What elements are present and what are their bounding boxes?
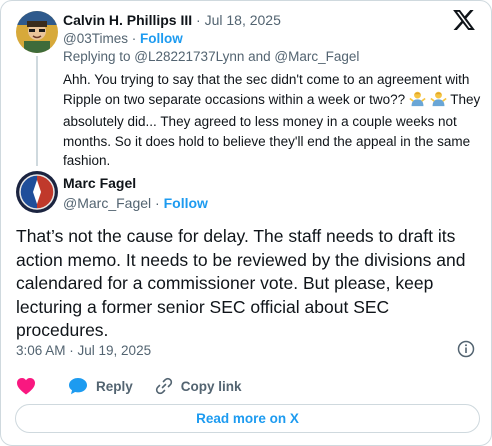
- replying-mention-2[interactable]: @Marc_Fagel: [274, 49, 359, 64]
- avatar-marc-fagel[interactable]: [16, 171, 58, 213]
- tweet-follow-button[interactable]: Follow: [164, 195, 208, 211]
- copy-link-label: Copy link: [180, 378, 242, 394]
- tweet-handle[interactable]: @Marc_Fagel: [63, 195, 151, 211]
- tweet-handle-row: @Marc_Fagel · Follow: [63, 194, 208, 212]
- tweet-actions: Reply Copy link: [16, 375, 264, 397]
- tweet-timestamp[interactable]: 3:06 AM · Jul 19, 2025: [16, 342, 151, 360]
- avatar-calvin[interactable]: [16, 11, 58, 53]
- replying-prefix: Replying to: [63, 49, 135, 64]
- embedded-tweet-card: Calvin H. Phillips III · Jul 18, 2025 @0…: [0, 0, 492, 446]
- person-shrugging-emoji-icon: [409, 90, 426, 113]
- replying-mention-1[interactable]: @L28221737Lynn: [134, 49, 244, 64]
- person-shrugging-emoji-icon: [430, 90, 447, 113]
- reply-header: Calvin H. Phillips III · Jul 18, 2025: [63, 10, 431, 30]
- handle-separator: ·: [127, 31, 140, 46]
- info-icon[interactable]: [457, 340, 475, 358]
- handle-separator: ·: [151, 195, 164, 211]
- reply-author-name[interactable]: Calvin H. Phillips III: [63, 12, 192, 28]
- tweet-author-name[interactable]: Marc Fagel: [63, 175, 136, 191]
- reply-follow-button[interactable]: Follow: [140, 31, 183, 46]
- reply-bubble-icon: [68, 377, 88, 395]
- reply-label: Reply: [96, 378, 133, 394]
- replying-to-line: Replying to @L28221737Lynn and @Marc_Fag…: [63, 48, 359, 66]
- copy-link-button[interactable]: Copy link: [155, 377, 242, 395]
- reply-text: Ahh. You trying to say that the sec didn…: [63, 70, 481, 171]
- reply-date[interactable]: Jul 18, 2025: [205, 12, 281, 28]
- like-button[interactable]: [16, 377, 36, 395]
- x-logo-icon[interactable]: [453, 10, 475, 30]
- reply-separator: ·: [192, 12, 205, 28]
- replying-and: and: [244, 49, 275, 64]
- reply-handle[interactable]: @03Times: [63, 31, 128, 46]
- thread-connector-line: [36, 56, 38, 166]
- tweet-header: Marc Fagel: [63, 173, 136, 193]
- link-icon: [155, 377, 173, 395]
- tweet-text: That’s not the cause for delay. The staf…: [16, 226, 466, 340]
- heart-icon: [16, 377, 36, 395]
- read-more-on-x-button[interactable]: Read more on X: [15, 404, 480, 433]
- reply-button[interactable]: Reply: [68, 377, 133, 395]
- reply-handle-row: @03Times · Follow: [63, 30, 183, 48]
